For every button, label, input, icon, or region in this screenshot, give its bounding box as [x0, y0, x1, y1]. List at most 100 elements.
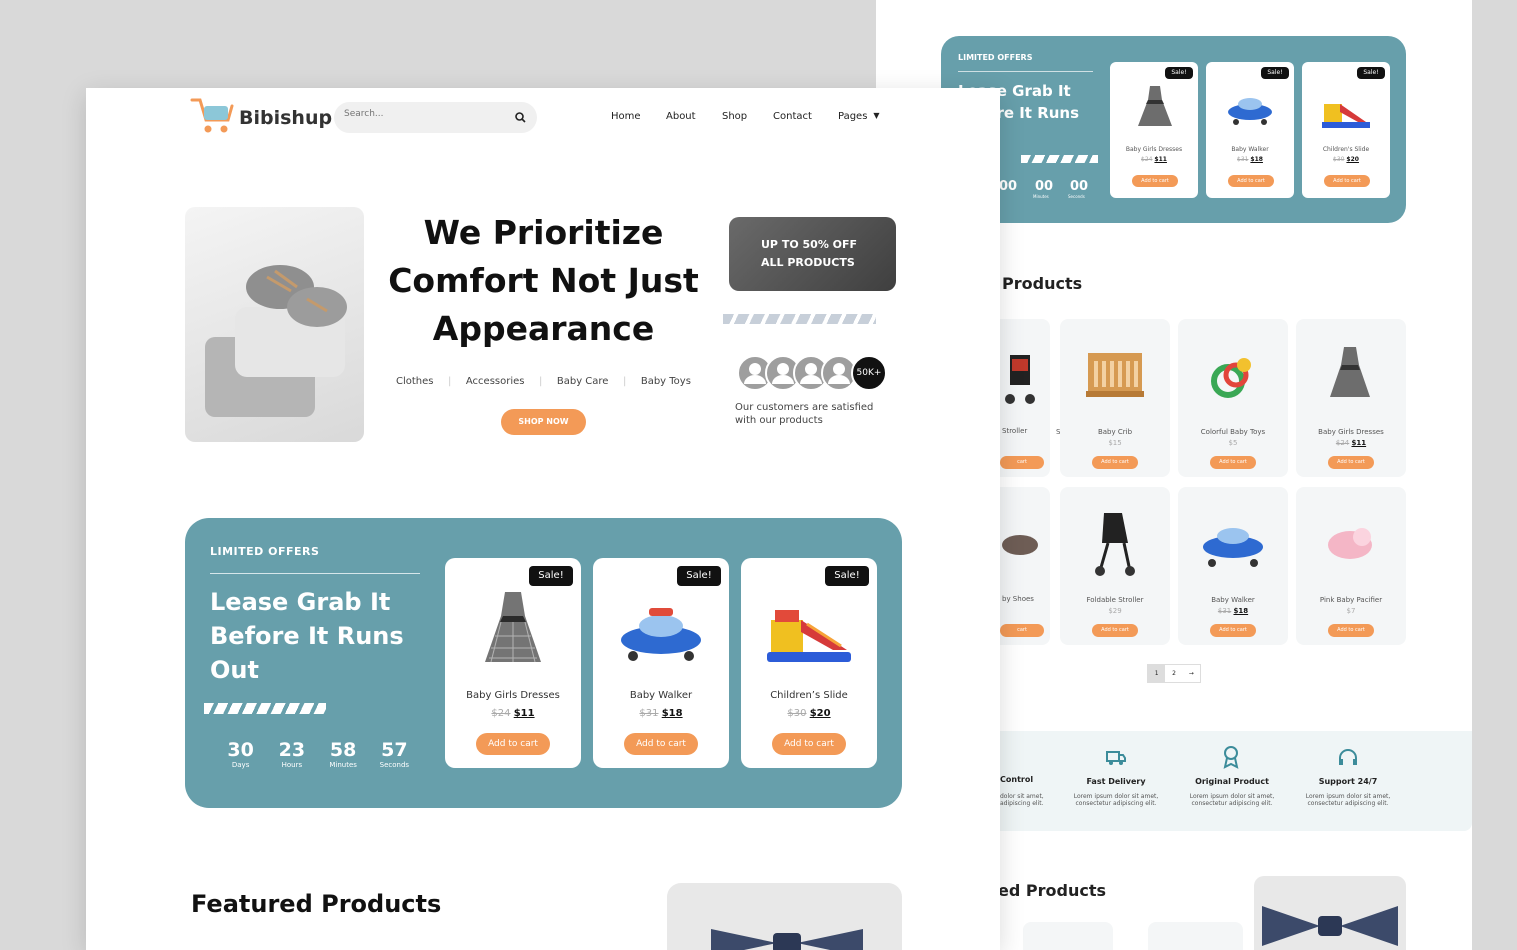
old-price: $24 [1335, 439, 1350, 447]
pacifier-icon [1328, 528, 1372, 559]
product-card[interactable]: Baby Crib $15 Add to cart [1060, 319, 1170, 477]
add-to-cart-button[interactable]: Add to cart [1324, 175, 1370, 187]
promo-card[interactable]: UP TO 50% OFF ALL PRODUCTS [729, 217, 896, 291]
product-name: Baby Girls Dresses [1318, 428, 1384, 436]
sale-badge: Sale! [825, 566, 869, 586]
cart-logo-icon[interactable] [190, 96, 236, 136]
product-price: $31 $18 [1178, 607, 1288, 615]
product-price: $30 $20 [1302, 156, 1390, 163]
product-name: Baby Walker [1231, 146, 1269, 153]
slide-icon [1322, 104, 1370, 128]
nav-contact[interactable]: Contact [773, 111, 838, 122]
product-price: $5 [1228, 439, 1238, 447]
offers-label: LIMITED OFFERS [210, 545, 320, 558]
countdown-hours: 23 Hours [266, 739, 317, 769]
back-offer-card[interactable]: Sale! Baby Girls Dresses $24 $11 Add to … [1110, 62, 1198, 198]
product-card[interactable]: Foldable Stroller $29 Add to cart [1060, 487, 1170, 645]
countdown-seconds: 57 Seconds [369, 739, 420, 769]
back-offer-card[interactable]: Sale! Baby Walker $31 $18 Add to cart [1206, 62, 1294, 198]
sale-badge: Sale! [529, 566, 573, 586]
offer-product-card[interactable]: Sale! Baby Girls Dresses $24 $11 Add to … [445, 558, 581, 768]
promo-text: UP TO 50% OFF ALL PRODUCTS [761, 238, 858, 269]
hero-title-3: Appearance [432, 309, 655, 348]
product-card[interactable]: Baby Girls Dresses $24 $11 Add to cart [1296, 319, 1406, 477]
product-price: $15 [1108, 439, 1122, 447]
add-to-cart-button[interactable]: Add to cart [772, 733, 846, 755]
toy-rings-icon [1211, 358, 1251, 398]
customer-avatars: 50K+ [737, 355, 887, 391]
old-price: $30 [1333, 156, 1345, 163]
back-featured-card [1148, 922, 1243, 950]
nav-shop[interactable]: Shop [722, 111, 773, 122]
add-to-cart-button[interactable]: Add to cart [1132, 175, 1178, 187]
feature-title: Support 24/7 [1318, 777, 1378, 786]
category-clothes[interactable]: Clothes [396, 376, 434, 387]
add-to-cart-button[interactable]: Add to cart [1092, 456, 1138, 469]
category-baby-care[interactable]: Baby Care [557, 376, 609, 387]
category-baby-toys[interactable]: Baby Toys [641, 376, 691, 387]
back-countdown-hours: 00 [999, 179, 1018, 194]
page-next[interactable]: → [1183, 665, 1200, 682]
chevron-down-icon[interactable]: ▼ [873, 111, 879, 122]
product-name: Baby Girls Dresses [466, 690, 560, 701]
feature-text: Lorem ipsum dolor sit amet, consectetur … [1189, 793, 1275, 807]
crib-icon [1086, 353, 1144, 397]
dress-icon [1330, 347, 1370, 397]
product-name: Children's Slide [1322, 146, 1370, 153]
feature-text: Lorem ipsum dolor sit amet, consectetur … [1073, 793, 1159, 807]
offers-title-2: Before It Runs [210, 622, 404, 650]
product-card[interactable]: Pink Baby Pacifier $7 Add to cart [1296, 487, 1406, 645]
separator: | [448, 376, 452, 387]
search-icon[interactable] [515, 112, 526, 123]
add-to-cart-button[interactable]: Add to cart [476, 733, 550, 755]
back-featured-title: ed Products [998, 881, 1106, 900]
customers-text: Our customers are satisfied with our pro… [735, 402, 874, 426]
add-to-cart-button[interactable]: Add to cart [624, 733, 698, 755]
old-price: $31 [1217, 607, 1232, 615]
decorative-stripes [1021, 155, 1098, 163]
divider [210, 573, 420, 574]
offer-product-card[interactable]: Sale! Baby Walker $31 $18 Add to cart [593, 558, 729, 768]
offer-product-card[interactable]: Sale! Children’s Slide $30 $20 Add to ca… [741, 558, 877, 768]
add-to-cart-button[interactable]: Add to cart [1328, 456, 1374, 469]
page-1[interactable]: 1 [1148, 665, 1166, 682]
price: $20 [1346, 156, 1359, 163]
add-to-cart-button[interactable]: Add to cart [1210, 624, 1256, 637]
feature-title: Fast Delivery [1086, 777, 1146, 786]
back-offer-card[interactable]: Sale! Children's Slide $30 $20 Add to ca… [1302, 62, 1390, 198]
walker-icon [1228, 98, 1272, 125]
stroller-icon [1095, 513, 1135, 576]
back-offers-banner: LIMITED OFFERS Lease Grab It Before It R… [941, 36, 1406, 223]
nav-home[interactable]: Home [611, 111, 666, 122]
decorative-stripes [204, 703, 326, 714]
search-bar[interactable] [334, 102, 537, 133]
add-to-cart-button[interactable]: Add to cart [1210, 456, 1256, 469]
nav-about[interactable]: About [666, 111, 722, 122]
add-to-cart-button[interactable]: Add to cart [1228, 175, 1274, 187]
add-to-cart-button[interactable]: Add to cart [1092, 624, 1138, 637]
add-to-cart-button[interactable]: Add to cart [1328, 624, 1374, 637]
back-countdown-unit: Seconds [1068, 194, 1085, 199]
product-name: Foldable Stroller [1086, 596, 1144, 604]
featured-products-title: Featured Products [191, 890, 442, 918]
product-card[interactable]: Baby Walker $31 $18 Add to cart [1178, 487, 1288, 645]
hero-image [185, 207, 364, 442]
shop-now-button[interactable]: SHOP NOW [501, 409, 586, 435]
add-to-cart-button[interactable]: cart [1000, 624, 1044, 637]
product-price: $31 $18 [1206, 156, 1294, 163]
product-card[interactable]: Colorful Baby Toys $5 Add to cart [1178, 319, 1288, 477]
search-input[interactable] [344, 109, 504, 119]
brand-name[interactable]: Bibishup [239, 107, 332, 129]
price: $11 [1351, 439, 1367, 447]
bow-tie-icon [711, 929, 863, 950]
dress-icon [1138, 86, 1172, 126]
nav-pages[interactable]: Pages [838, 111, 867, 122]
shoes-icon [1002, 535, 1038, 555]
countdown: 30 Days 23 Hours 58 Minutes 57 Seconds [215, 739, 420, 769]
add-to-cart-button[interactable]: cart [1000, 456, 1044, 469]
divider [958, 71, 1093, 72]
separator: | [622, 376, 627, 387]
category-accessories[interactable]: Accessories [466, 376, 525, 387]
page-2[interactable]: 2 [1165, 665, 1182, 682]
back-offers-label: LIMITED OFFERS [958, 53, 1033, 62]
